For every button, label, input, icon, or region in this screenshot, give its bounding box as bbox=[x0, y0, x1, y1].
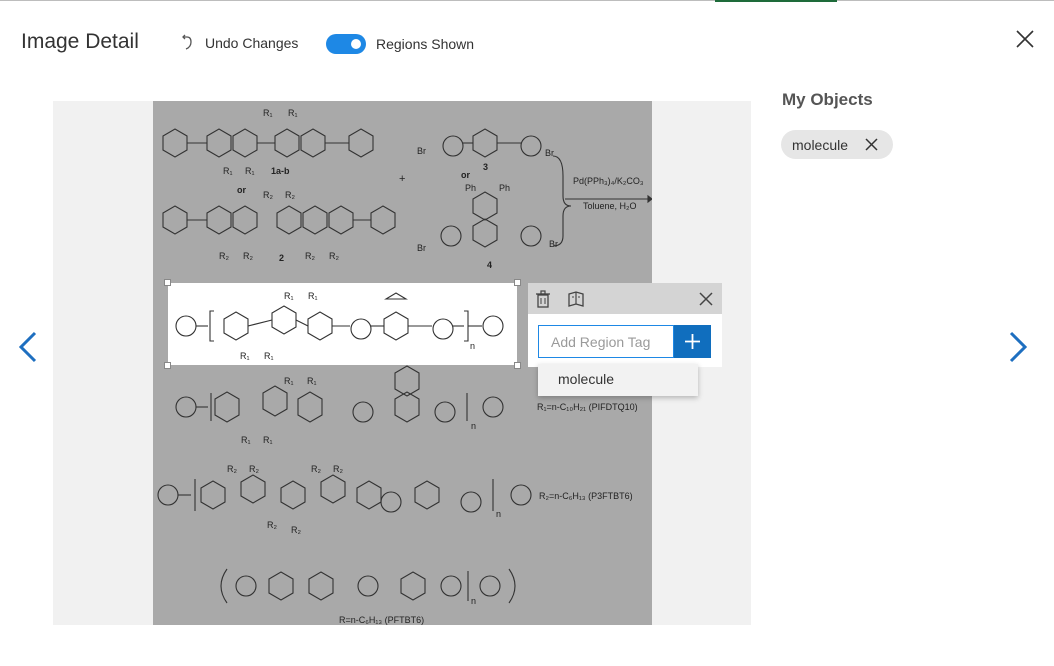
selected-region[interactable]: R₁ R₁ R₁ R₁ n bbox=[164, 279, 521, 369]
region-tag-body bbox=[528, 314, 722, 367]
image-label-r1d: R₁ bbox=[245, 166, 255, 176]
close-icon[interactable] bbox=[864, 137, 879, 152]
image-label-r1e: R₁ bbox=[284, 376, 294, 386]
image-label-r2k: R₂ bbox=[267, 520, 277, 530]
add-tag-button[interactable] bbox=[674, 325, 711, 358]
region-label-n: n bbox=[470, 341, 475, 351]
image-label-r1b: R₁ bbox=[288, 108, 298, 118]
image-label-br3: Br bbox=[417, 243, 426, 253]
image-label-or-1: or bbox=[237, 185, 246, 195]
image-label-r2g: R₂ bbox=[227, 464, 237, 474]
image-label-ph1: Ph bbox=[465, 183, 476, 193]
resize-handle-bottom-right[interactable] bbox=[514, 362, 521, 369]
image-label-r2h: R₂ bbox=[249, 464, 259, 474]
image-label-br2: Br bbox=[545, 148, 554, 158]
image-label-or-2: or bbox=[461, 170, 470, 180]
object-tag-label: molecule bbox=[792, 136, 849, 153]
image-label-r2j: R₂ bbox=[333, 464, 343, 474]
image-label-pifdtq10: R₁=n-C₁₀H₂₁ (PIFDTQ10) bbox=[537, 402, 638, 412]
image-label-pftbt6: R=n-C₆H₁₃ (PFTBT6) bbox=[339, 615, 424, 625]
image-label-n1: n bbox=[471, 421, 476, 431]
image-label-3: 3 bbox=[483, 162, 488, 172]
region-label-r1d: R₁ bbox=[264, 351, 274, 361]
header: Image Detail Undo Changes Regions Shown bbox=[0, 0, 1054, 80]
image-label-r1h: R₁ bbox=[263, 435, 273, 445]
image-label-r2f: R₂ bbox=[329, 251, 339, 261]
image-label-br1: Br bbox=[417, 146, 426, 156]
plus-icon bbox=[685, 334, 700, 349]
image-label-4: 4 bbox=[487, 260, 492, 270]
copy-regions-icon[interactable] bbox=[566, 289, 586, 309]
close-icon[interactable] bbox=[696, 289, 716, 309]
image-label-p3ftbt6: R₂=n-C₆H₁₃ (P3FTBT6) bbox=[539, 491, 633, 501]
regions-shown-toggle[interactable] bbox=[326, 34, 366, 54]
undo-changes-label: Undo Changes bbox=[205, 35, 299, 51]
chevron-right-icon[interactable] bbox=[1006, 330, 1030, 364]
image-label-ph2: Ph bbox=[499, 183, 510, 193]
image-label-2: 2 bbox=[279, 253, 284, 263]
image-label-r2l: R₂ bbox=[291, 525, 301, 535]
image-label-reagent: Pd(PPh₃)₄/K₂CO₃ bbox=[573, 176, 644, 186]
image-label-r1c: R₁ bbox=[223, 166, 233, 176]
image-label-r2a: R₂ bbox=[263, 190, 273, 200]
my-objects-title: My Objects bbox=[782, 90, 873, 109]
regions-shown-label: Regions Shown bbox=[376, 36, 475, 52]
tag-suggestion-item[interactable]: molecule bbox=[538, 364, 698, 396]
trash-icon[interactable] bbox=[533, 289, 553, 309]
undo-changes-button[interactable]: Undo Changes bbox=[179, 34, 298, 52]
image-label-1ab: 1a-b bbox=[271, 166, 290, 176]
region-tag-popup bbox=[528, 283, 722, 367]
image-label-n3: n bbox=[471, 596, 476, 606]
region-toolbar bbox=[528, 283, 722, 314]
resize-handle-top-right[interactable] bbox=[514, 279, 521, 286]
region-label-r1b: R₁ bbox=[308, 291, 318, 301]
image-label-r2b: R₂ bbox=[285, 190, 295, 200]
regions-toggle-group: Regions Shown bbox=[326, 34, 474, 54]
image-label-r2d: R₂ bbox=[243, 251, 253, 261]
page-title: Image Detail bbox=[21, 30, 139, 53]
object-tag-chip[interactable]: molecule bbox=[781, 130, 893, 159]
image-label-r1g: R₁ bbox=[241, 435, 251, 445]
image-label-br4: Br bbox=[549, 239, 558, 249]
image-label-r1: R₁ bbox=[263, 108, 273, 118]
undo-icon bbox=[182, 34, 192, 50]
add-region-tag-input[interactable] bbox=[538, 325, 674, 358]
region-label-r1c: R₁ bbox=[240, 351, 250, 361]
resize-handle-top-left[interactable] bbox=[164, 279, 171, 286]
region-label-r1a: R₁ bbox=[284, 291, 294, 301]
chevron-left-icon[interactable] bbox=[16, 330, 40, 364]
resize-handle-bottom-left[interactable] bbox=[164, 362, 171, 369]
image-label-r2c: R₂ bbox=[219, 251, 229, 261]
image-label-r2i: R₂ bbox=[311, 464, 321, 474]
image-label-n2: n bbox=[496, 509, 501, 519]
image-label-plus: + bbox=[399, 173, 405, 185]
image-label-solvent: Toluene, H₂O bbox=[583, 201, 637, 211]
close-icon[interactable] bbox=[1014, 28, 1036, 50]
image-label-r2e: R₂ bbox=[305, 251, 315, 261]
image-label-r1f: R₁ bbox=[307, 376, 317, 386]
toggle-knob bbox=[351, 39, 361, 49]
region-molecule-drawing: R₁ R₁ R₁ R₁ n bbox=[175, 291, 504, 361]
